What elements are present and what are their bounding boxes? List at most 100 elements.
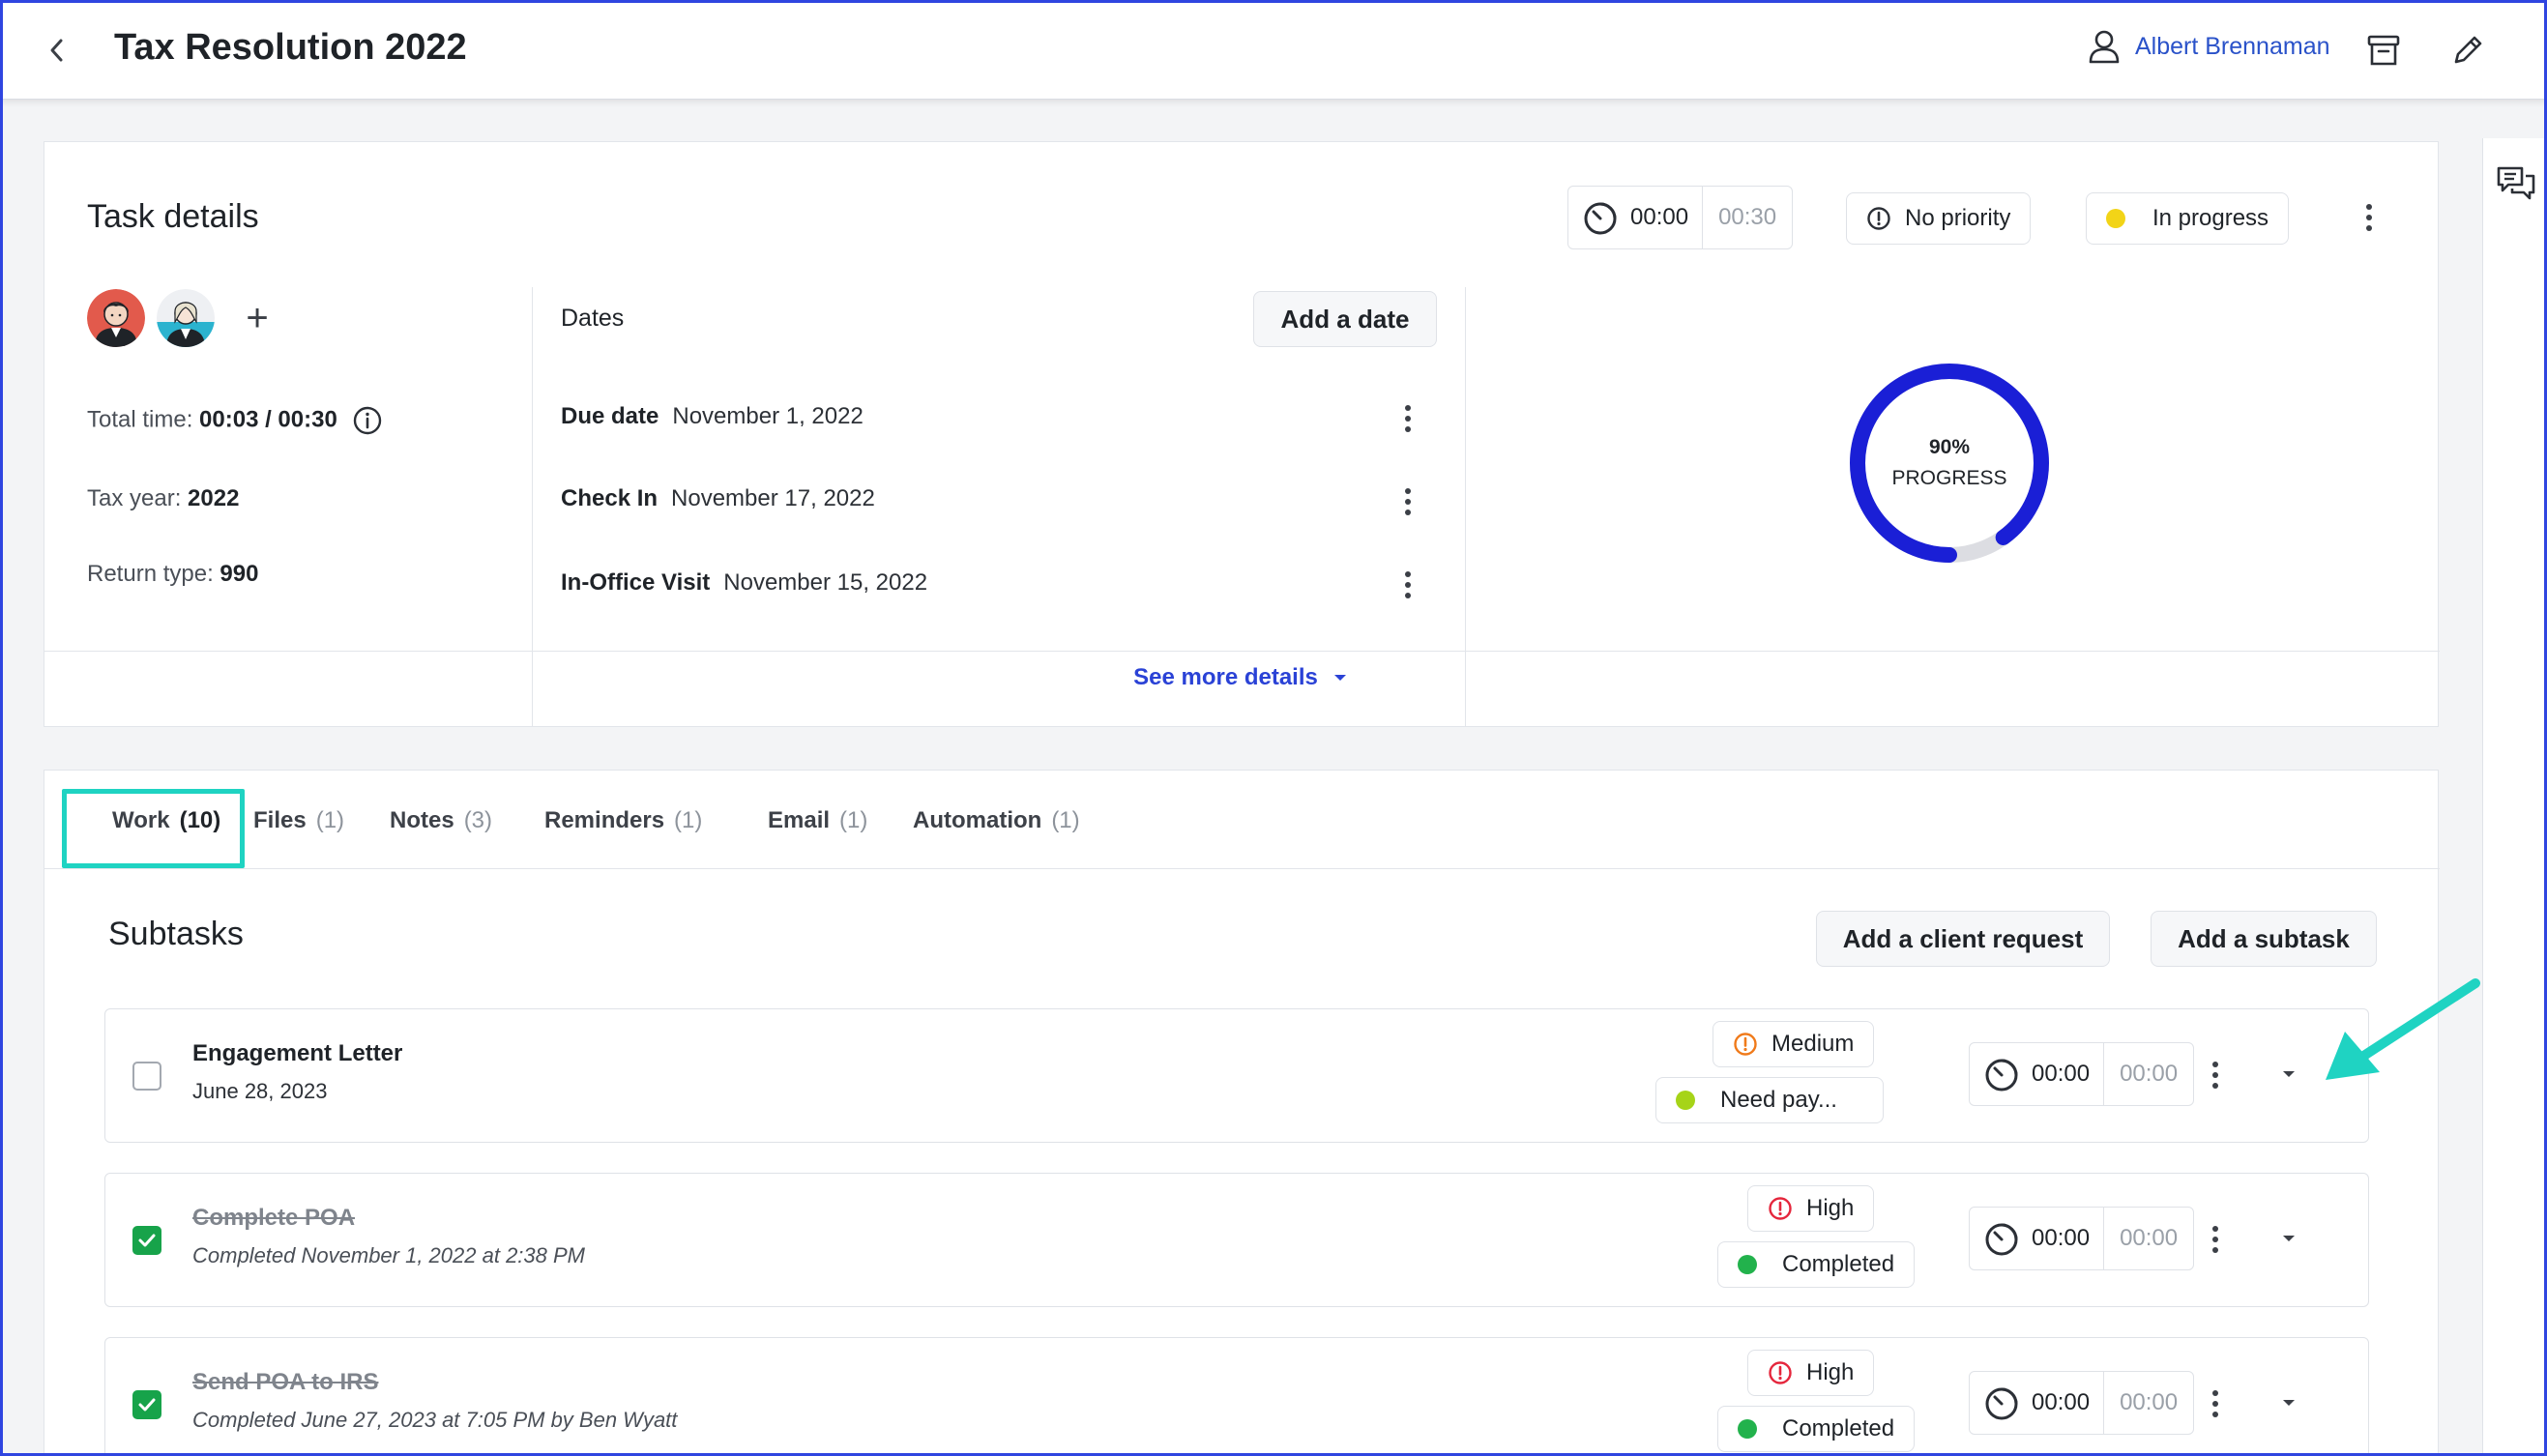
subtask-row[interactable]: Engagement Letter June 28, 2023 Medium N… [104,1008,2369,1143]
tax-year-label: Tax year: [87,485,182,511]
date-value: November 15, 2022 [723,569,928,596]
subtask-completed-note: Completed June 27, 2023 at 7:05 PM by Be… [192,1408,678,1432]
subtask-timer[interactable]: 00:00 00:00 [1969,1042,2195,1106]
caret-down-icon [1333,675,1346,681]
add-date-button[interactable]: Add a date [1253,291,1437,347]
subtask-expand-button[interactable] [2280,1396,2298,1413]
timer-start-button[interactable]: 00:00 [1970,1208,2105,1269]
subtask-more-button[interactable] [2204,1054,2227,1096]
total-time-value: 00:03 / 00:30 [199,406,337,433]
date-name: In-Office Visit [561,569,711,596]
subtask-priority-pill[interactable]: High [1747,1350,1875,1396]
subtask-row[interactable]: Send POA to IRS Completed June 27, 2023 … [104,1337,2369,1456]
subtask-expand-button[interactable] [2280,1067,2298,1085]
task-more-button[interactable] [2357,196,2381,239]
subtask-title: Engagement Letter [192,1040,403,1066]
subtask-completed-note: Completed November 1, 2022 at 2:38 PM [192,1243,586,1267]
subtask-status-label: Completed [1782,1251,1895,1277]
task-timer[interactable]: 00:00 00:30 [1567,186,1794,249]
edit-button[interactable] [2448,31,2487,70]
tax-year-row: Tax year: 2022 [87,485,239,512]
timer-estimate[interactable]: 00:00 [2104,1043,2193,1105]
status-pill[interactable]: In progress [2086,192,2290,245]
subtask-checkbox[interactable] [132,1062,161,1091]
work-card: Work (10) Files (1) Notes (3) Reminders (1) … [44,770,2440,1456]
priority-pill[interactable]: No priority [1846,192,2032,245]
subtask-priority-label: High [1806,1359,1855,1385]
tab-files[interactable]: Files (1) [253,807,344,834]
subtask-timer[interactable]: 00:00 00:00 [1969,1207,2195,1270]
timer-elapsed: 00:00 [2032,1061,2091,1087]
tab-email[interactable]: Email (1) [768,807,867,834]
tax-year-value: 2022 [188,485,240,511]
date-value: November 1, 2022 [672,403,864,429]
tab-bar: Work (10) Files (1) Notes (3) Reminders (1) … [64,771,2423,868]
add-client-request-button[interactable]: Add a client request [1816,911,2110,967]
subtask-more-button[interactable] [2204,1383,2227,1425]
status-dot [1738,1419,1757,1439]
tab-notes[interactable]: Notes (3) [390,807,492,834]
status-dot [2106,209,2125,228]
timer-estimate[interactable]: 00:00 [2104,1208,2193,1269]
subtask-priority-pill[interactable]: Medium [1713,1021,1875,1067]
alert-circle-icon [1769,1197,1792,1220]
date-row-checkin: Check In November 17, 2022 [561,485,875,512]
see-more-details-button[interactable]: See more details [44,664,2438,691]
subtask-more-button[interactable] [2204,1218,2227,1261]
chat-bubbles-icon [2497,166,2535,200]
timer-start-button[interactable]: 00:00 [1970,1372,2105,1434]
avatar-assignee-2[interactable] [157,289,215,347]
right-rail [2482,138,2547,1456]
divider [44,651,2440,652]
subtask-row[interactable]: Complete POA Completed November 1, 2022 … [104,1173,2369,1307]
arrow-annotation-icon [2326,978,2480,1080]
timer-estimate[interactable]: 00:00 [2104,1372,2193,1434]
page-title: Tax Resolution 2022 [114,27,467,68]
subtasks-title: Subtasks [108,916,244,952]
divider [1465,287,1466,727]
total-time-row: Total time: 00:03 / 00:30 [87,405,383,436]
subtask-date: June 28, 2023 [192,1079,328,1103]
timer-start-button[interactable]: 00:00 [1970,1043,2105,1105]
date-more-button[interactable] [1396,564,1420,606]
check-icon [138,1234,156,1247]
stopwatch-icon [1985,1223,2018,1256]
chevron-left-icon [50,39,63,62]
subtask-status-pill[interactable]: Completed [1717,1406,1916,1452]
subtask-timer[interactable]: 00:00 00:00 [1969,1371,2195,1435]
date-more-button[interactable] [1396,397,1420,440]
subtask-priority-pill[interactable]: High [1747,1185,1875,1232]
comments-button[interactable] [2495,163,2537,206]
timer-elapsed: 00:00 [1630,204,1689,230]
avatar-illustration-icon [157,289,215,347]
timer-estimate[interactable]: 00:30 [1703,187,1792,248]
avatar-assignee-1[interactable] [87,289,145,347]
progress-percent: 90% [1928,436,1971,458]
assignee-link[interactable]: Albert Brennaman [2087,29,2330,64]
status-label: In progress [2152,205,2269,231]
tab-reminders[interactable]: Reminders (1) [544,807,702,834]
date-more-button[interactable] [1396,480,1420,523]
return-type-row: Return type: 990 [87,561,258,588]
stopwatch-icon [1584,202,1617,235]
subtask-priority-label: Medium [1771,1031,1855,1057]
subtask-status-pill[interactable]: Need pay... [1655,1077,1884,1123]
subtask-checkbox[interactable] [132,1226,161,1255]
info-icon[interactable] [352,405,383,436]
subtask-checkbox[interactable] [132,1390,161,1419]
divider [532,287,533,727]
subtask-status-pill[interactable]: Completed [1717,1241,1916,1288]
timer-elapsed: 00:00 [2032,1225,2091,1251]
task-details-card: Task details 00:00 00:30 No priority In … [44,141,2440,727]
total-time-label: Total time: [87,406,193,433]
tab-automation[interactable]: Automation (1) [913,807,1080,834]
task-details-title: Task details [87,198,259,235]
add-subtask-button[interactable]: Add a subtask [2151,911,2377,967]
archive-button[interactable] [2364,31,2403,70]
add-assignee-button[interactable]: + [238,297,277,340]
progress-ring: 90% PROGRESS [1843,357,2056,569]
timer-start-button[interactable]: 00:00 [1568,187,1704,248]
subtask-priority-label: High [1806,1195,1855,1221]
subtask-expand-button[interactable] [2280,1232,2298,1249]
back-button[interactable] [43,33,72,68]
